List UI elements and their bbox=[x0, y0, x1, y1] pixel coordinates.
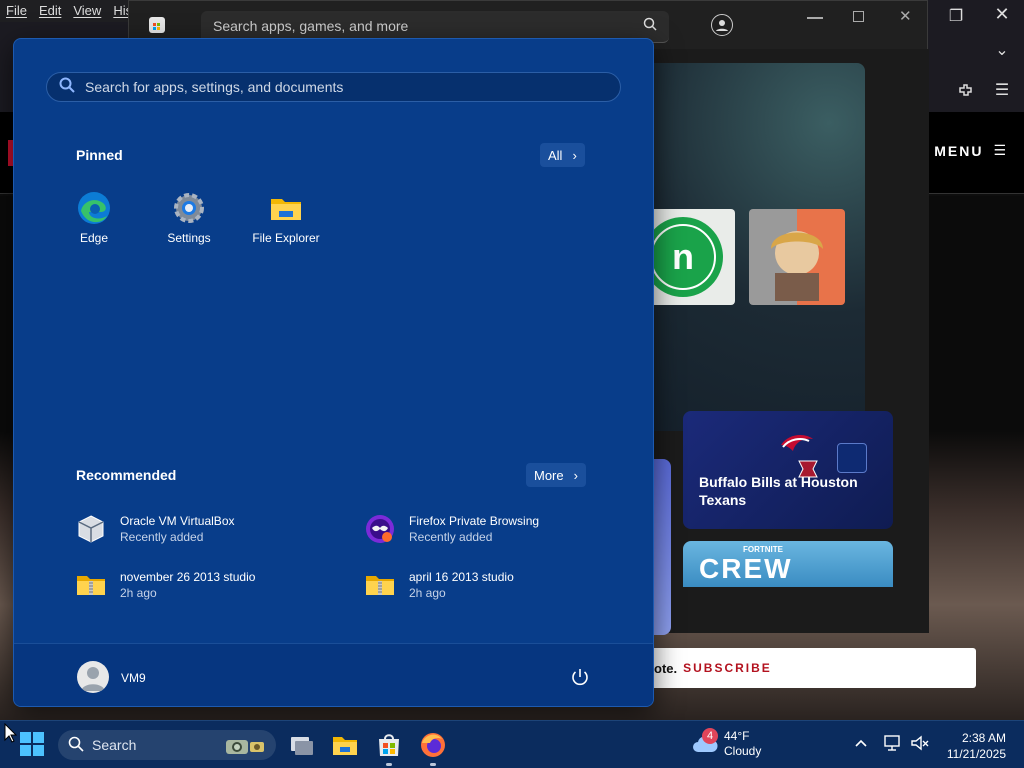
recommended-item-sub: Recently added bbox=[409, 530, 493, 544]
svg-text:n: n bbox=[672, 236, 694, 277]
firefox-taskbar-icon[interactable] bbox=[419, 731, 447, 759]
edge-icon bbox=[77, 191, 111, 225]
menu-lines-icon: ☰ bbox=[993, 142, 1008, 158]
taskbar: Search 4 44°F Cloudy 2:38 AM 11/21/2025 bbox=[0, 720, 1024, 768]
clock-time: 2:38 AM bbox=[961, 731, 1006, 745]
pinned-app-label: Edge bbox=[79, 231, 109, 245]
start-search-input[interactable] bbox=[85, 79, 585, 95]
extensions-icon[interactable] bbox=[946, 82, 986, 105]
store-close-icon[interactable]: ✕ bbox=[899, 7, 912, 25]
recommended-item-name: april 16 2013 studio bbox=[409, 570, 514, 584]
recommended-item-april-studio[interactable]: april 16 2013 studio 2h ago bbox=[365, 565, 514, 605]
taskbar-search-box[interactable]: Search bbox=[58, 730, 276, 760]
event-badge-icon bbox=[837, 443, 867, 473]
pinned-app-label: File Explorer bbox=[252, 231, 320, 245]
firefox-running-indicator bbox=[430, 763, 436, 766]
power-icon[interactable] bbox=[569, 666, 591, 688]
crew-title: CREW bbox=[699, 553, 793, 584]
clock[interactable]: 2:38 AM 11/21/2025 bbox=[947, 730, 1006, 762]
file-explorer-taskbar-icon[interactable] bbox=[331, 731, 359, 759]
mouse-cursor-icon bbox=[4, 722, 18, 748]
user-name[interactable]: VM9 bbox=[121, 671, 146, 685]
more-button[interactable]: More › bbox=[526, 463, 586, 487]
chevron-down-icon[interactable]: ⌄ bbox=[982, 40, 1022, 60]
start-footer: VM9 bbox=[14, 643, 653, 706]
weather-widget[interactable]: 4 44°F Cloudy bbox=[692, 728, 762, 759]
texans-logo-icon bbox=[797, 457, 819, 479]
recommended-item-virtualbox[interactable]: Oracle VM VirtualBox Recently added bbox=[76, 509, 235, 549]
subscribe-text: ote. bbox=[654, 660, 678, 676]
account-icon[interactable] bbox=[711, 14, 733, 36]
volume-muted-icon[interactable] bbox=[910, 735, 930, 756]
search-highlight-icon bbox=[224, 734, 268, 759]
subscribe-bar[interactable]: ote. SUBSCRIBE bbox=[640, 648, 976, 688]
browser-window-controls: ❐ ✕ ⌄ ☰ bbox=[928, 0, 1024, 112]
windows-start-icon[interactable] bbox=[19, 731, 47, 759]
menu-edit[interactable]: Edit bbox=[39, 3, 61, 19]
hamburger-menu-icon[interactable]: ☰ bbox=[982, 80, 1022, 100]
folder-icon bbox=[269, 191, 303, 225]
pinned-app-label: Settings bbox=[167, 231, 211, 245]
minimize-icon[interactable] bbox=[807, 17, 823, 19]
browser-menubar: File Edit View Histo bbox=[0, 0, 143, 22]
recommended-item-name: Oracle VM VirtualBox bbox=[120, 514, 235, 528]
pinned-app-settings[interactable]: Settings bbox=[149, 191, 229, 245]
app-tile-portrait[interactable] bbox=[749, 209, 845, 305]
menu-view[interactable]: View bbox=[73, 3, 101, 19]
recommended-title: Recommended bbox=[76, 467, 177, 483]
search-icon bbox=[68, 736, 84, 755]
task-view-icon[interactable] bbox=[288, 731, 316, 759]
start-menu: Pinned All › Edge Settings File Explorer… bbox=[13, 38, 654, 707]
close-icon[interactable]: ✕ bbox=[982, 4, 1022, 25]
more-label: More bbox=[534, 467, 564, 483]
zip-folder-icon bbox=[76, 570, 106, 600]
menu-file[interactable]: File bbox=[6, 3, 27, 19]
start-search-box[interactable] bbox=[46, 72, 621, 102]
store-card-partial[interactable] bbox=[651, 459, 671, 635]
recommended-item-name: november 26 2013 studio bbox=[120, 570, 256, 584]
clock-date: 11/21/2025 bbox=[946, 747, 1006, 761]
recommended-item-name: Firefox Private Browsing bbox=[409, 514, 540, 528]
all-apps-button[interactable]: All › bbox=[540, 143, 585, 167]
zip-folder-icon bbox=[365, 570, 395, 600]
weather-alert-badge: 4 bbox=[702, 728, 718, 744]
subscribe-link[interactable]: SUBSCRIBE bbox=[683, 661, 772, 675]
store-search-placeholder: Search apps, games, and more bbox=[213, 18, 409, 34]
pinned-title: Pinned bbox=[76, 147, 123, 163]
restore-icon[interactable]: ❐ bbox=[936, 6, 976, 26]
search-icon bbox=[643, 17, 657, 34]
pinned-app-edge[interactable]: Edge bbox=[54, 191, 134, 245]
firefox-private-icon bbox=[365, 514, 395, 544]
taskbar-search-label: Search bbox=[92, 737, 137, 753]
site-menu-label: MENU bbox=[934, 142, 984, 159]
store-card-bills-texans[interactable]: Buffalo Bills at Houston Texans bbox=[683, 411, 893, 529]
avatar[interactable] bbox=[77, 661, 109, 693]
store-taskbar-icon[interactable] bbox=[375, 731, 403, 759]
site-menu-button[interactable]: MENU ☰ bbox=[934, 142, 1008, 159]
store-app-icon bbox=[149, 17, 165, 33]
recommended-item-sub: 2h ago bbox=[409, 586, 446, 600]
cloud-icon: 4 bbox=[692, 728, 718, 756]
all-apps-label: All bbox=[548, 147, 563, 163]
recommended-item-sub: 2h ago bbox=[120, 586, 157, 600]
recommended-item-sub: Recently added bbox=[120, 530, 204, 544]
maximize-icon[interactable] bbox=[853, 11, 864, 22]
store-card-fortnite-crew[interactable]: FORTNITE CREW bbox=[683, 541, 893, 587]
bills-logo-icon bbox=[779, 431, 815, 457]
chevron-right-icon: › bbox=[572, 147, 577, 163]
weather-temperature: 44°F bbox=[724, 729, 750, 743]
pinned-app-file-explorer[interactable]: File Explorer bbox=[246, 191, 326, 245]
store-running-indicator bbox=[386, 763, 392, 766]
chevron-right-icon: › bbox=[573, 467, 578, 483]
settings-gear-icon bbox=[172, 191, 206, 225]
virtualbox-icon bbox=[76, 514, 106, 544]
search-icon bbox=[59, 77, 75, 98]
bills-card-title: Buffalo Bills at Houston Texans bbox=[699, 474, 858, 508]
recommended-item-november-studio[interactable]: november 26 2013 studio 2h ago bbox=[76, 565, 255, 605]
chevron-up-icon[interactable] bbox=[853, 735, 869, 756]
recommended-item-firefox-private[interactable]: Firefox Private Browsing Recently added bbox=[365, 509, 539, 549]
weather-condition: Cloudy bbox=[724, 744, 762, 758]
network-icon[interactable] bbox=[884, 735, 902, 756]
